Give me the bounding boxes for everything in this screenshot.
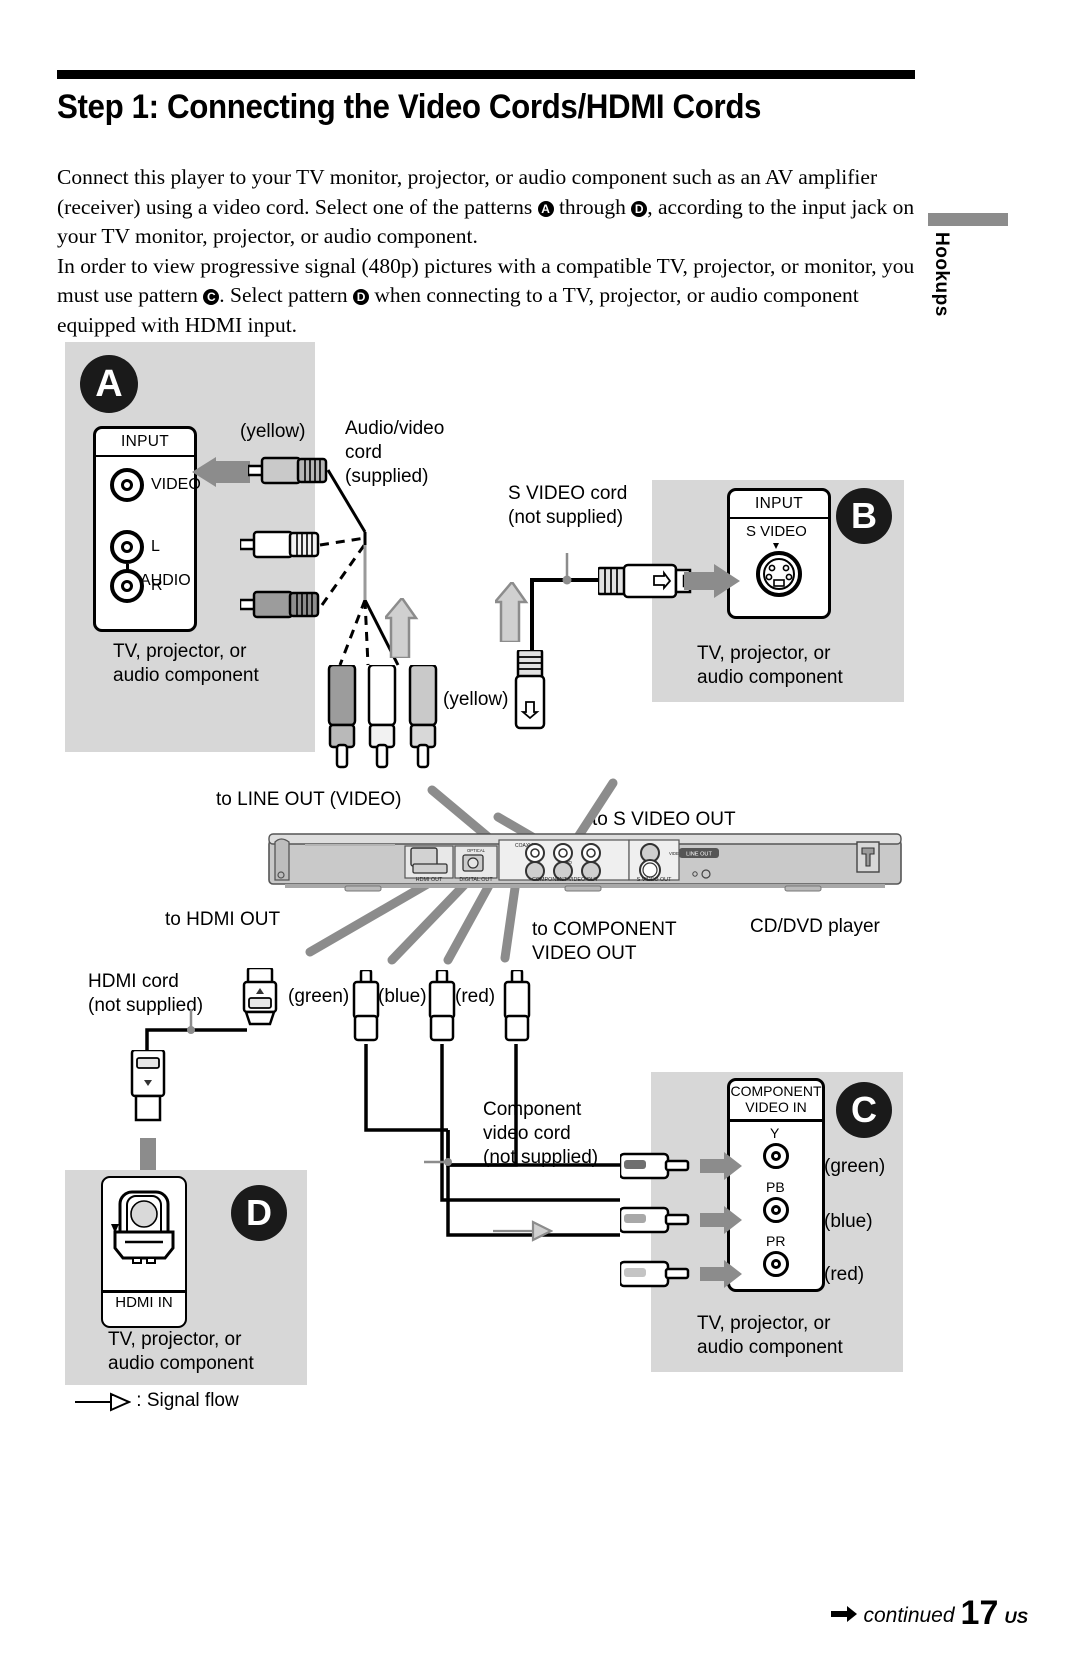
- panel-c-green-label: (green): [824, 1156, 886, 1177]
- panel-c-blue-label: (blue): [824, 1211, 873, 1232]
- page-footer: continued 17 US: [831, 1594, 1028, 1632]
- jack-pr-label: PR: [766, 1233, 786, 1249]
- footer-continued-label: continued: [863, 1604, 955, 1627]
- green-label: (green): [288, 986, 350, 1007]
- pattern-badge-d-inline: D: [631, 200, 648, 217]
- pattern-badge-d-inline-2: D: [353, 289, 370, 305]
- signal-flow-legend-icon: [75, 1392, 132, 1412]
- hdmi-plug-lower: [128, 1048, 168, 1139]
- connection-diagram: A INPUT VIDEO L AUDIO R TV, projector, o…: [0, 330, 1080, 1450]
- component-plug-in-red: [618, 1258, 700, 1295]
- intro-p1-part-b: through: [553, 194, 632, 219]
- svg-text:HDMI OUT: HDMI OUT: [416, 877, 443, 883]
- jack-pb: [763, 1197, 789, 1223]
- intro-paragraph-2: In order to view progressive signal (480…: [57, 252, 917, 341]
- section-tab-label: Hookups: [931, 232, 952, 317]
- panel-d-badge: D: [231, 1185, 287, 1241]
- hdmi-in-jack-icon: [111, 1190, 175, 1264]
- panel-c-badge: C: [836, 1082, 892, 1138]
- jack-y: [763, 1143, 789, 1169]
- panel-c-jack-title: COMPONENT VIDEO IN: [730, 1083, 822, 1115]
- pattern-badge-c-inline: C: [203, 289, 220, 305]
- jack-pr: [763, 1251, 789, 1277]
- hdmi-in-divider: [103, 1290, 185, 1293]
- component-plug-in-blue: [618, 1204, 700, 1241]
- svg-text:S VIDEO OUT: S VIDEO OUT: [637, 877, 672, 883]
- svg-text:LINE OUT: LINE OUT: [686, 852, 712, 858]
- footer-region-label: US: [1004, 1608, 1028, 1627]
- intro-paragraph-1: Connect this player to your TV monitor, …: [57, 163, 917, 252]
- panel-c-device-caption: TV, projector, or audio component: [697, 1313, 843, 1358]
- svg-text:DIGITAL OUT: DIGITAL OUT: [459, 877, 493, 883]
- intro-text: Connect this player to your TV monitor, …: [57, 163, 917, 340]
- intro-p2-part-b: . Select pattern: [219, 283, 354, 307]
- panel-c-title-divider: [730, 1119, 822, 1122]
- component-cord-label: Component video cord (not supplied): [483, 1099, 599, 1168]
- blue-label: (blue): [378, 986, 427, 1007]
- footer-page-number: 17: [960, 1594, 999, 1632]
- jack-y-label: Y: [770, 1125, 780, 1141]
- panel-c-arrow-green: [700, 1152, 742, 1180]
- panel-c-arrow-blue: [700, 1206, 742, 1234]
- red-label: (red): [455, 986, 496, 1007]
- pattern-badge-a-inline: A: [537, 200, 554, 217]
- section-tab-bar: [928, 213, 1008, 226]
- svg-text:COMPONENT VIDEO OUT: COMPONENT VIDEO OUT: [532, 877, 599, 883]
- panel-d-hdmi-jackbox: HDMI IN: [101, 1176, 187, 1328]
- cd-dvd-player-rear: HDMI OUT OPTICAL DIGITAL OUT COAXIAL AUD…: [268, 833, 902, 892]
- svg-text:OPTICAL: OPTICAL: [467, 848, 486, 853]
- title-rule: [57, 70, 915, 79]
- panel-c-title-line-1: COMPONENT: [730, 1083, 822, 1099]
- signal-flow-legend: : Signal flow: [75, 1390, 239, 1412]
- panel-c-red-label: (red): [824, 1264, 865, 1285]
- manual-page: Step 1: Connecting the Video Cords/HDMI …: [0, 0, 1080, 1677]
- panel-d-device-caption: TV, projector, or audio component: [108, 1329, 254, 1374]
- panel-c-title-line-2: VIDEO IN: [745, 1099, 807, 1115]
- signal-flow-chevron-c: [493, 1220, 553, 1242]
- signal-flow-legend-text: : Signal flow: [136, 1390, 239, 1412]
- hdmi-in-label: HDMI IN: [115, 1294, 173, 1311]
- continued-arrow-icon: [831, 1606, 858, 1622]
- panel-c-arrow-red: [700, 1260, 742, 1288]
- component-plug-in-green: [618, 1150, 700, 1187]
- jack-pb-label: PB: [766, 1179, 785, 1195]
- page-title: Step 1: Connecting the Video Cords/HDMI …: [57, 88, 762, 126]
